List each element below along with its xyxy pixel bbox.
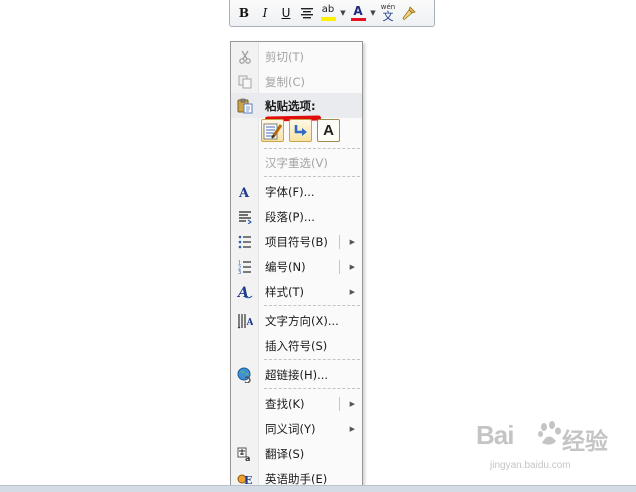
context-menu: 剪切(T) 复制(C) 粘贴选项: A 汉字重选(V) A 字体(F)... 段…: [230, 41, 363, 492]
watermark-url: jingyan.baidu.com: [490, 460, 571, 471]
submenu-arrow-icon[interactable]: ▶: [350, 279, 355, 304]
paragraph-icon: [231, 204, 259, 229]
center-align-button[interactable]: [297, 3, 317, 23]
menu-item-label: 复制(C): [265, 74, 306, 89]
paste-keep-text-only-button[interactable]: A: [317, 119, 340, 142]
keep-source-formatting-icon: [263, 123, 282, 139]
menu-item-translate[interactable]: a 翻译(S): [231, 441, 362, 466]
menu-item-label: 剪切(T): [265, 49, 304, 64]
bullets-icon: [231, 229, 259, 254]
highlight-button[interactable]: ab: [318, 3, 338, 23]
menu-separator: [264, 176, 360, 177]
menu-separator: [264, 305, 360, 306]
numbering-icon: 123: [231, 254, 259, 279]
format-painter-icon: [402, 6, 416, 20]
highlight-label: ab: [321, 4, 335, 15]
menu-item-paste-options: 粘贴选项:: [231, 93, 362, 118]
menu-item-label: 段落(P)...: [265, 209, 315, 224]
menu-item-label: 文字方向(X)...: [265, 313, 339, 328]
submenu-arrow-icon[interactable]: ▶: [350, 416, 355, 441]
menu-item-numbering[interactable]: 123 编号(N) ▶: [231, 254, 362, 279]
menu-item-label: 项目符号(B): [265, 234, 328, 249]
menu-item-bullets[interactable]: 项目符号(B) ▶: [231, 229, 362, 254]
menu-separator: [264, 359, 360, 360]
scissors-icon: [231, 44, 259, 69]
mini-toolbar: B I U ab ▼ A ▼ wén 文: [229, 0, 435, 27]
styles-icon: A: [231, 279, 259, 304]
paste-merge-formatting-button[interactable]: [289, 119, 312, 142]
svg-text:3: 3: [238, 270, 241, 274]
baidu-paw-icon: [538, 421, 561, 445]
menu-item-label: 样式(T): [265, 284, 304, 299]
menu-item-label: 查找(K): [265, 396, 305, 411]
highlight-color-bar: [320, 17, 336, 21]
font-color-dropdown-arrow[interactable]: ▼: [369, 3, 377, 23]
font-color-button[interactable]: A: [348, 3, 368, 23]
menu-item-label: 插入符号(S): [265, 338, 328, 353]
submenu-arrow-icon[interactable]: ▶: [350, 229, 355, 254]
copy-icon: [231, 69, 259, 94]
menu-item-paragraph[interactable]: 段落(P)...: [231, 204, 362, 229]
highlight-dropdown-arrow[interactable]: ▼: [339, 3, 347, 23]
align-center-icon: [301, 8, 313, 19]
menu-separator: [264, 388, 360, 389]
merge-formatting-icon: [294, 124, 307, 136]
text-direction-icon: A: [231, 308, 259, 333]
italic-button[interactable]: I: [255, 3, 275, 23]
menu-item-label: 翻译(S): [265, 446, 305, 461]
bold-button[interactable]: B: [234, 3, 254, 23]
phonetic-char: 文: [382, 10, 394, 23]
menu-item-styles[interactable]: A 样式(T) ▶: [231, 279, 362, 304]
format-painter-button[interactable]: [399, 3, 419, 23]
menu-item-synonyms[interactable]: 同义词(Y) ▶: [231, 416, 362, 441]
hyperlink-icon: [231, 362, 259, 387]
font-color-bar: [350, 18, 366, 21]
submenu-divider: [339, 260, 340, 274]
menu-separator: [264, 148, 360, 149]
font-icon: A: [231, 179, 259, 204]
menu-item-cut[interactable]: 剪切(T): [231, 44, 362, 69]
menu-item-label: 粘贴选项:: [265, 98, 316, 113]
font-color-label: A: [353, 4, 363, 18]
status-bar-edge: [0, 485, 636, 492]
menu-item-label: 同义词(Y): [265, 421, 316, 436]
keep-text-only-icon: A: [323, 122, 334, 139]
menu-item-label: 编号(N): [265, 259, 306, 274]
baidu-jingyan-watermark: Bai 经验 jingyan.baidu.com: [476, 420, 626, 480]
menu-item-text-direction[interactable]: A 文字方向(X)...: [231, 308, 362, 333]
menu-item-font[interactable]: A 字体(F)...: [231, 179, 362, 204]
svg-text:A: A: [238, 186, 250, 199]
menu-item-label: 超链接(H)...: [265, 367, 329, 382]
submenu-divider: [339, 235, 340, 249]
menu-item-hyperlink[interactable]: 超链接(H)...: [231, 362, 362, 387]
submenu-arrow-icon[interactable]: ▶: [350, 391, 355, 416]
paste-options-row: A: [261, 119, 340, 142]
watermark-jingyan-text: 经验: [562, 429, 608, 455]
svg-text:A: A: [246, 318, 254, 328]
phonetic-guide-button[interactable]: wén 文: [378, 3, 398, 23]
menu-item-copy[interactable]: 复制(C): [231, 69, 362, 94]
translate-icon: a: [231, 441, 259, 466]
menu-item-find[interactable]: 查找(K) ▶: [231, 391, 362, 416]
paste-icon: [231, 93, 259, 118]
paste-keep-source-formatting-button[interactable]: [261, 119, 284, 142]
watermark-logo-text: Bai: [476, 420, 514, 450]
menu-item-insert-symbol[interactable]: 插入符号(S): [231, 333, 362, 358]
submenu-divider: [339, 397, 340, 411]
menu-item-reconvert[interactable]: 汉字重选(V): [231, 150, 362, 175]
svg-text:a: a: [245, 454, 250, 462]
underline-button[interactable]: U: [276, 3, 296, 23]
menu-item-label: 汉字重选(V): [265, 155, 328, 170]
submenu-arrow-icon[interactable]: ▶: [350, 254, 355, 279]
menu-item-label: 字体(F)...: [265, 184, 315, 199]
